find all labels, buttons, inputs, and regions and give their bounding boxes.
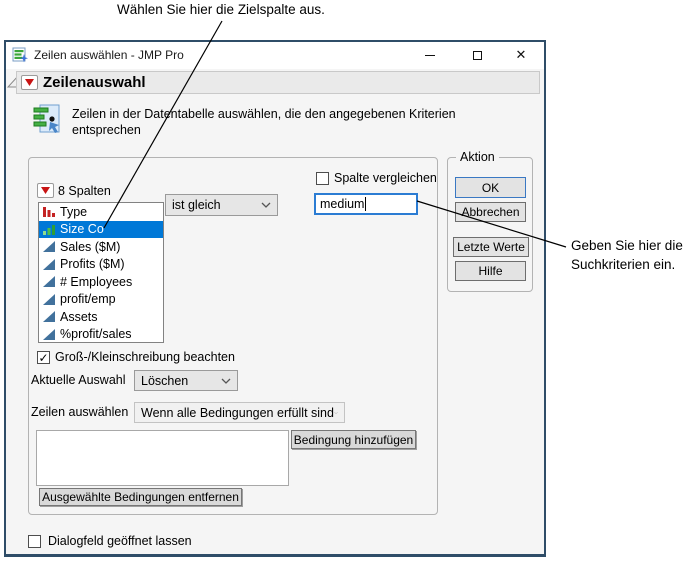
- continuous-triangle-icon: [42, 258, 56, 271]
- select-rows-value: Wenn alle Bedingungen erfüllt sind: [141, 405, 334, 420]
- select-rows-label: Zeilen auswählen: [31, 405, 129, 419]
- keep-dialog-open-label: Dialogfeld geöffnet lassen: [48, 534, 192, 548]
- column-label: Type: [60, 204, 88, 219]
- annotation-target-column: Wählen Sie hier die Zielspalte aus.: [117, 2, 325, 17]
- criteria-value: medium: [320, 197, 365, 211]
- continuous-triangle-icon: [42, 328, 56, 341]
- chevron-down-icon: [261, 202, 271, 208]
- action-group: Aktion OK Abbrechen Letzte Werte Hilfe: [447, 150, 533, 292]
- maximize-icon: [472, 50, 482, 60]
- column-list-item[interactable]: # Employees: [39, 273, 163, 291]
- dialog-window: Zeilen auswählen - JMP Pro ✕ Zeilenauswa…: [4, 40, 546, 557]
- chevron-down-icon: [221, 378, 231, 384]
- operator-value: ist gleich: [172, 198, 221, 212]
- column-label: %profit/sales: [60, 327, 132, 342]
- select-rows-dropdown[interactable]: Wenn alle Bedingungen erfüllt sind: [134, 402, 345, 423]
- help-button[interactable]: Hilfe: [455, 261, 526, 281]
- remove-conditions-button[interactable]: Ausgewählte Bedingungen entfernen: [39, 488, 242, 506]
- case-sensitive-checkbox[interactable]: ✓: [37, 351, 50, 364]
- annotation-line2: Suchkriterien ein.: [571, 257, 676, 272]
- ok-button[interactable]: OK: [455, 177, 526, 198]
- column-list-item[interactable]: %profit/sales: [39, 326, 163, 343]
- maximize-button[interactable]: [464, 42, 490, 68]
- column-label: Sales ($M): [60, 239, 121, 254]
- jmp-app-icon: [12, 47, 28, 63]
- cancel-button[interactable]: Abbrechen: [455, 202, 526, 222]
- action-group-title: Aktion: [456, 150, 499, 164]
- nominal-bars-red-icon: [42, 205, 56, 218]
- minimize-button[interactable]: [417, 42, 443, 68]
- compare-column-label: Spalte vergleichen: [334, 171, 437, 185]
- column-list-item[interactable]: Profits ($M): [39, 256, 163, 274]
- column-list-item[interactable]: Type: [39, 203, 163, 221]
- column-label: profit/emp: [60, 292, 116, 307]
- column-label: Size Co: [60, 222, 104, 237]
- columns-red-triangle-button[interactable]: [37, 183, 54, 198]
- continuous-triangle-icon: [42, 275, 56, 288]
- column-label: Assets: [60, 309, 98, 324]
- column-label: Profits ($M): [60, 257, 125, 272]
- close-button[interactable]: ✕: [508, 42, 534, 68]
- check-icon: ✓: [38, 350, 49, 365]
- keep-dialog-open-checkbox[interactable]: [28, 535, 41, 548]
- conditions-list[interactable]: [36, 430, 289, 486]
- title-bar: Zeilen auswählen - JMP Pro ✕: [6, 42, 544, 69]
- column-list-item[interactable]: Sales ($M): [39, 238, 163, 256]
- compare-column-checkbox[interactable]: [316, 172, 329, 185]
- case-sensitive-label: Groß-/Kleinschreibung beachten: [55, 350, 235, 364]
- description-line2: entsprechen: [72, 123, 141, 137]
- red-triangle-menu-button[interactable]: [21, 75, 38, 90]
- column-list-item[interactable]: Assets: [39, 308, 163, 326]
- column-list-item[interactable]: profit/emp: [39, 291, 163, 309]
- last-values-button[interactable]: Letzte Werte: [453, 237, 529, 257]
- minimize-icon: [425, 54, 435, 56]
- continuous-triangle-icon: [42, 310, 56, 323]
- dialog-description: Zeilen in der Datentabelle auswählen, di…: [72, 106, 456, 138]
- red-triangle-icon: [41, 187, 50, 194]
- outline-title: Zeilenauswahl: [43, 74, 146, 91]
- annotation-line1: Geben Sie hier die: [571, 238, 683, 253]
- current-selection-value: Löschen: [141, 373, 189, 388]
- text-caret: [365, 197, 367, 211]
- ordinal-bars-green-icon: [42, 223, 56, 236]
- criteria-panel: 8 Spalten Type Size Co Sales ($M) Profit…: [28, 157, 438, 515]
- select-rows-dialog-icon: [33, 104, 60, 133]
- chevron-down-icon: [334, 411, 338, 414]
- continuous-triangle-icon: [42, 240, 56, 253]
- operator-dropdown[interactable]: ist gleich: [165, 194, 278, 216]
- add-condition-button[interactable]: Bedingung hinzufügen: [291, 430, 416, 449]
- column-list[interactable]: Type Size Co Sales ($M) Profits ($M) # E…: [38, 202, 164, 343]
- continuous-triangle-icon: [42, 293, 56, 306]
- current-selection-label: Aktuelle Auswahl: [31, 373, 126, 387]
- annotation-search-criteria: Geben Sie hier die Suchkriterien ein.: [571, 236, 691, 274]
- criteria-input[interactable]: medium: [314, 193, 418, 215]
- description-line1: Zeilen in der Datentabelle auswählen, di…: [72, 107, 456, 121]
- column-list-item-selected[interactable]: Size Co: [39, 220, 163, 238]
- window-title: Zeilen auswählen - JMP Pro: [34, 48, 184, 62]
- red-triangle-icon: [25, 79, 34, 86]
- columns-count-label: 8 Spalten: [58, 184, 111, 198]
- screenshot-root: Wählen Sie hier die Zielspalte aus. Gebe…: [0, 0, 694, 565]
- column-label: # Employees: [60, 274, 133, 289]
- current-selection-dropdown[interactable]: Löschen: [134, 370, 238, 391]
- outline-header: Zeilenauswahl: [16, 71, 540, 94]
